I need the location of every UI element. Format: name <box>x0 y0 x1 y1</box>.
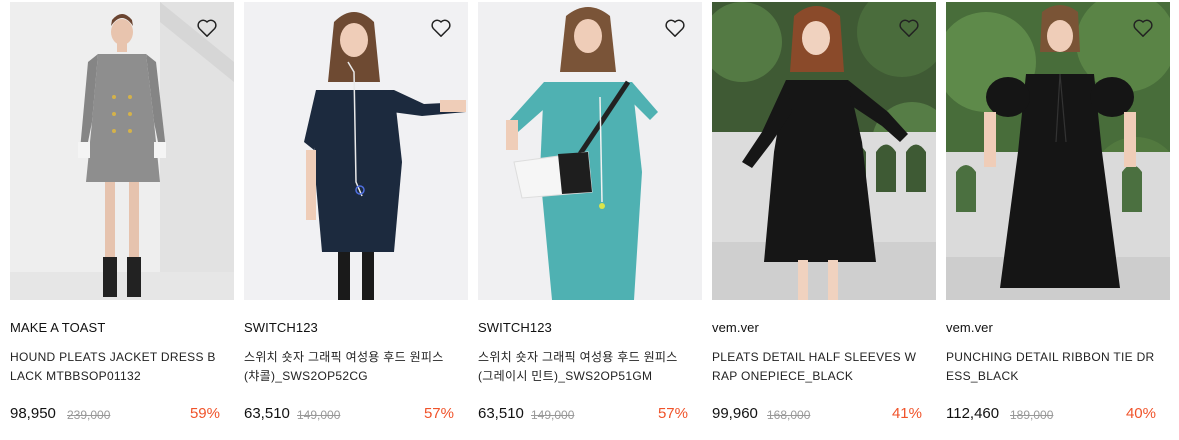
discount-rate: 59% <box>189 405 220 422</box>
product-brand[interactable]: vem.ver <box>712 320 759 335</box>
product-grid: MAKE A TOAST HOUND PLEATS JACKET DRESS B… <box>10 2 1170 434</box>
product-photo <box>244 2 468 300</box>
original-price: 239,000 <box>67 408 111 422</box>
original-price: 149,000 <box>297 408 341 422</box>
product-image[interactable] <box>10 2 234 300</box>
product-brand[interactable]: MAKE A TOAST <box>10 320 105 335</box>
product-photo <box>946 2 1170 300</box>
product-photo <box>478 2 702 300</box>
product-prices: 63,510 149,000 57% <box>244 405 454 429</box>
product-image[interactable] <box>244 2 468 300</box>
wishlist-heart-icon[interactable] <box>1132 18 1154 38</box>
original-price: 168,000 <box>767 408 811 422</box>
discount-rate: 57% <box>657 405 688 422</box>
product-prices: 99,960 168,000 41% <box>712 405 922 429</box>
product-name[interactable]: 스위치 숏자 그래픽 여성용 후드 원피스(챠콜)_SWS2OP52CG <box>244 348 454 386</box>
discount-rate: 57% <box>423 405 454 422</box>
product-card[interactable]: SWITCH123 스위치 숏자 그래픽 여성용 후드 원피스(챠콜)_SWS2… <box>244 2 468 434</box>
product-brand[interactable]: vem.ver <box>946 320 993 335</box>
product-prices: 63,510 149,000 57% <box>478 405 688 429</box>
discount-rate: 41% <box>891 405 922 422</box>
product-photo <box>10 2 234 300</box>
product-prices: 98,950 239,000 59% <box>10 405 220 429</box>
sale-price: 98,950 <box>10 405 56 422</box>
wishlist-heart-icon[interactable] <box>664 18 686 38</box>
discount-rate: 40% <box>1125 405 1156 422</box>
product-name[interactable]: PLEATS DETAIL HALF SLEEVES WRAP ONEPIECE… <box>712 348 922 386</box>
product-photo <box>712 2 936 300</box>
product-card[interactable]: MAKE A TOAST HOUND PLEATS JACKET DRESS B… <box>10 2 234 434</box>
wishlist-heart-icon[interactable] <box>196 18 218 38</box>
original-price: 189,000 <box>1010 408 1054 422</box>
wishlist-heart-icon[interactable] <box>430 18 452 38</box>
product-prices: 112,460 189,000 40% <box>946 405 1156 429</box>
product-image[interactable] <box>478 2 702 300</box>
sale-price: 63,510 <box>244 405 290 422</box>
sale-price: 112,460 <box>946 405 1000 422</box>
product-name[interactable]: PUNCHING DETAIL RIBBON TIE DRESS_BLACK <box>946 348 1156 386</box>
product-image[interactable] <box>946 2 1170 300</box>
product-name[interactable]: 스위치 숏자 그래픽 여성용 후드 원피스(그레이시 민트)_SWS2OP51G… <box>478 348 688 386</box>
product-brand[interactable]: SWITCH123 <box>478 320 552 335</box>
product-name[interactable]: HOUND PLEATS JACKET DRESS BLACK MTBBSOP0… <box>10 348 220 386</box>
product-card[interactable]: SWITCH123 스위치 숏자 그래픽 여성용 후드 원피스(그레이시 민트)… <box>478 2 702 434</box>
sale-price: 99,960 <box>712 405 758 422</box>
product-card[interactable]: vem.ver PUNCHING DETAIL RIBBON TIE DRESS… <box>946 2 1170 434</box>
sale-price: 63,510 <box>478 405 524 422</box>
product-image[interactable] <box>712 2 936 300</box>
original-price: 149,000 <box>531 408 575 422</box>
wishlist-heart-icon[interactable] <box>898 18 920 38</box>
product-card[interactable]: vem.ver PLEATS DETAIL HALF SLEEVES WRAP … <box>712 2 936 434</box>
product-brand[interactable]: SWITCH123 <box>244 320 318 335</box>
